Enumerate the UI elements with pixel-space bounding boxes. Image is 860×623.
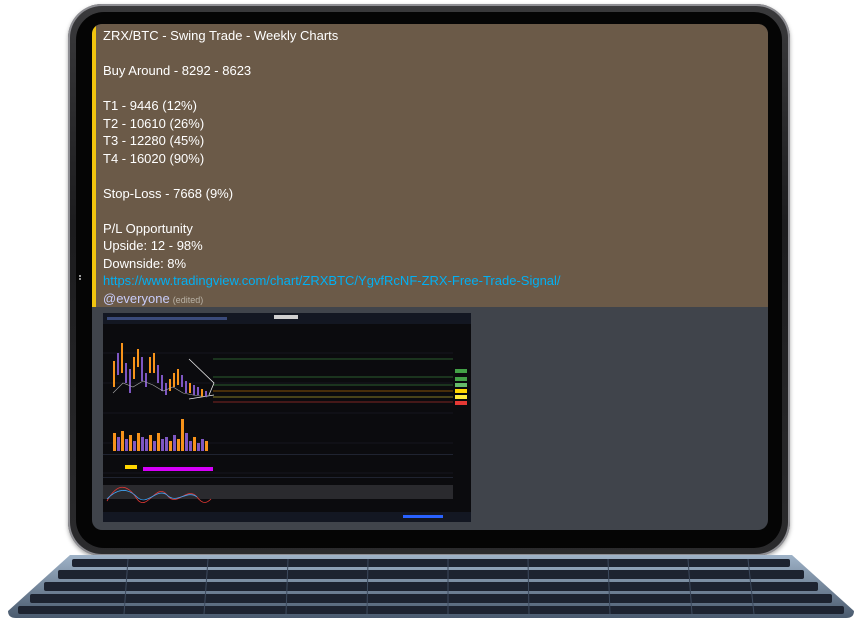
pl-heading: P/L Opportunity [103,220,193,236]
upside: Upside: 12 - 98% [103,238,203,253]
buy-range: Buy Around - 8292 - 8623 [103,63,252,78]
tradingview-chart-thumbnail-icon [103,313,471,522]
target-1: T1 - 9446 (12%) [103,98,197,113]
stop-loss: Stop-Loss - 7668 (9%) [103,185,234,201]
message-body: ZRX/BTC - Swing Trade - Weekly Charts Bu… [103,27,561,309]
target-2: T2 - 10610 (26%) [103,115,205,131]
target-4: T4 - 16020 (90%) [103,150,205,166]
edited-label: (edited) [172,294,204,305]
keyboard-icon [8,555,854,618]
embed-accent-bar [92,24,96,307]
message-embed: ZRX/BTC - Swing Trade - Weekly Charts Bu… [92,24,768,307]
everyone-mention[interactable]: @everyone [103,291,170,306]
chat-screen: ZRX/BTC - Swing Trade - Weekly Charts Bu… [92,24,768,530]
keyboard [8,555,854,618]
downside: Downside: 8% [103,255,187,271]
chart-thumbnail[interactable] [103,313,471,522]
message-title: ZRX/BTC - Swing Trade - Weekly Charts [103,28,339,43]
target-3: T3 - 12280 (45%) [103,133,205,148]
side-handle-icon [79,275,81,277]
tradingview-link[interactable]: https://www.tradingview.com/chart/ZRXBTC… [103,273,561,288]
